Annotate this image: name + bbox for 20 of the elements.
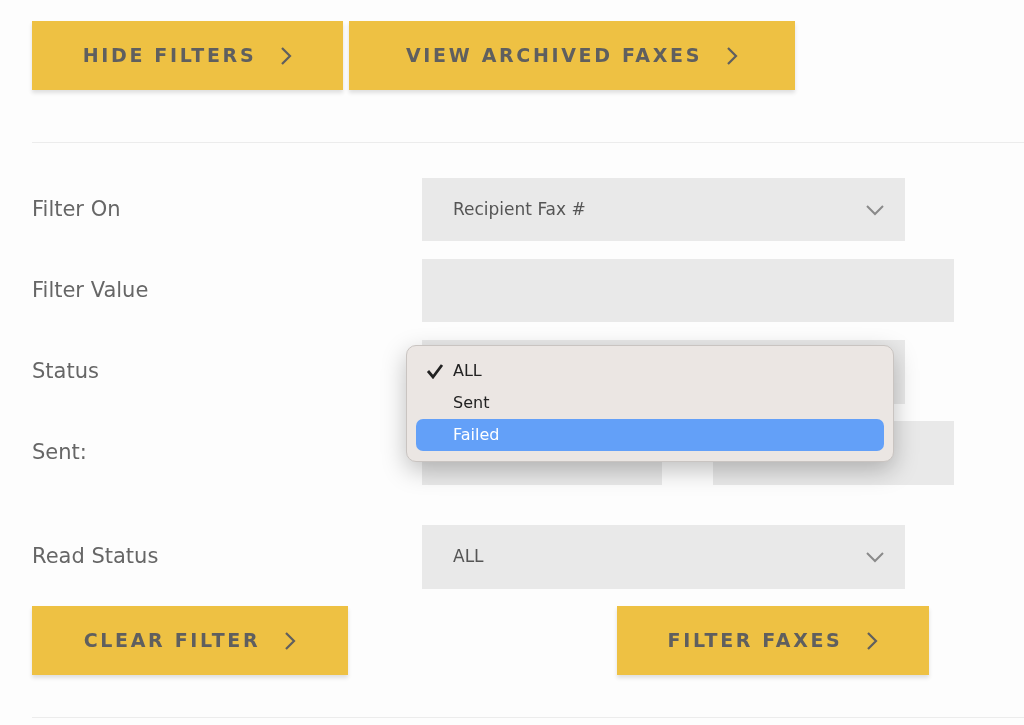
chevron-down-icon [865, 551, 885, 563]
action-button[interactable]: HIDE FILTERS [32, 21, 343, 90]
chevron-down-icon [865, 203, 885, 216]
field-label: Status [32, 358, 100, 386]
action-button[interactable]: CLEAR FILTER [32, 606, 348, 675]
chevron-right-icon [726, 45, 738, 66]
dropdown-option[interactable]: Sent [416, 387, 884, 419]
dropdown-option[interactable]: ALL [416, 355, 884, 387]
filter-on-select[interactable]: Recipient Fax # [422, 178, 905, 241]
chevron-right-icon [284, 630, 297, 651]
chevron-right-icon [866, 630, 879, 651]
field-label: Filter On [32, 195, 122, 223]
field-label: Read Status [32, 543, 160, 571]
dropdown-option[interactable]: Failed [416, 419, 884, 451]
read-status-select[interactable]: ALL [422, 525, 905, 589]
field-label: Sent: [32, 439, 88, 467]
chevron-right-icon [280, 45, 293, 66]
action-button[interactable]: FILTER FAXES [617, 606, 929, 675]
action-button[interactable]: VIEW ARCHIVED FAXES [349, 21, 795, 90]
field-label: Filter Value [32, 276, 150, 304]
